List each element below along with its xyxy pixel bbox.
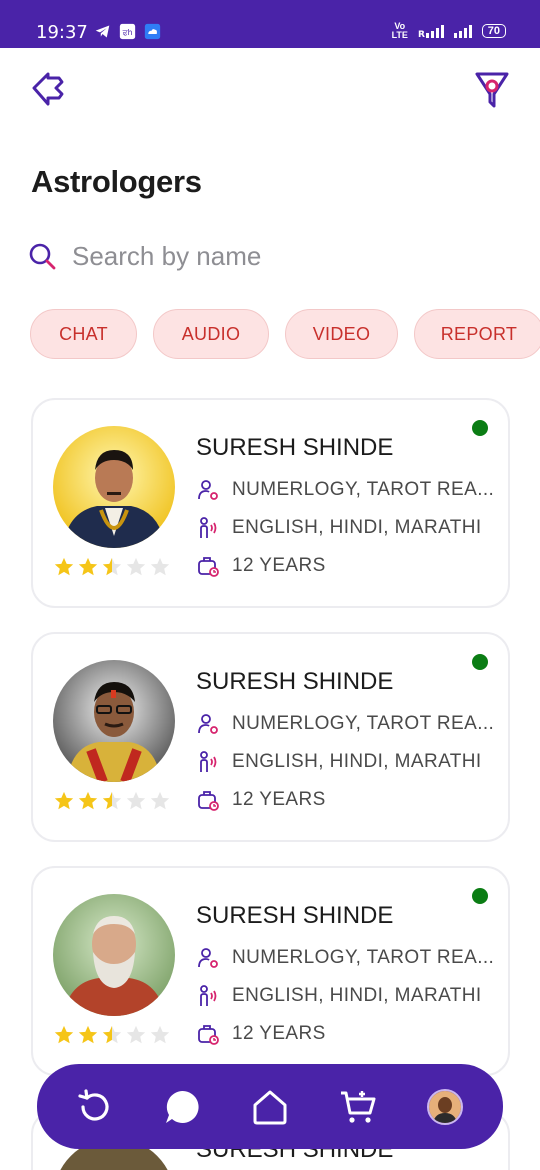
astrologer-card[interactable]: SURESH SHINDE NUMERLOGY, TAROT REA... EN… (31, 632, 510, 842)
back-button[interactable] (26, 68, 70, 112)
skills-text: NUMERLOGY, TAROT REA... (232, 479, 495, 500)
status-bar: 19:37 ਫh Vo LTE R 70 (0, 0, 540, 48)
experience-row: 12 YEARS (196, 788, 326, 812)
experience-text: 12 YEARS (232, 1023, 326, 1044)
chip-label: CHAT (59, 323, 108, 344)
search-input[interactable] (72, 236, 502, 276)
back-arrow-icon (32, 72, 64, 106)
chip-chat[interactable]: CHAT (30, 309, 137, 359)
skills-row: NUMERLOGY, TAROT REA... (196, 478, 494, 502)
astrologer-name: SURESH SHINDE (196, 902, 394, 929)
profile-avatar (427, 1088, 464, 1125)
star-full-icon (78, 791, 98, 810)
status-notification-icons: ਫh (94, 23, 161, 40)
astrologer-avatar (53, 894, 175, 1016)
status-time: 19:37 (36, 22, 88, 43)
history-icon (78, 1088, 109, 1120)
nav-history[interactable] (71, 1083, 119, 1131)
experience-row: 12 YEARS (196, 554, 326, 578)
chip-label: REPORT (440, 323, 518, 344)
bottom-navigation (37, 1064, 503, 1149)
network-label: Vo LTE (391, 21, 408, 40)
svg-text:R: R (418, 30, 425, 39)
cart-icon (340, 1090, 376, 1123)
skills-row: NUMERLOGY, TAROT REA... (196, 712, 494, 736)
chip-label: VIDEO (312, 323, 371, 344)
skills-user-gear-icon (198, 714, 218, 734)
astrologer-name: SURESH SHINDE (196, 668, 394, 695)
experience-text: 12 YEARS (232, 789, 326, 810)
star-half-icon (102, 557, 122, 576)
rating-stars (53, 556, 171, 578)
experience-row: 12 YEARS (196, 1022, 326, 1046)
skills-text: NUMERLOGY, TAROT REA... (232, 947, 495, 968)
star-empty-icon (126, 791, 146, 810)
nav-cart[interactable] (334, 1083, 382, 1131)
status-system-icons: Vo LTE R 70 (390, 22, 506, 40)
star-full-icon (78, 557, 98, 576)
filter-funnel-icon (475, 72, 509, 108)
languages-speaking-icon (200, 985, 217, 1006)
languages-text: ENGLISH, HINDI, MARATHI (232, 517, 482, 538)
filter-button[interactable] (472, 68, 512, 112)
star-empty-icon (126, 1025, 146, 1044)
battery-indicator: 70 (481, 24, 506, 38)
star-half-icon (102, 1025, 122, 1044)
experience-briefcase-icon (198, 1025, 219, 1045)
filter-chips: CHAT AUDIO VIDEO REPORT (30, 309, 540, 359)
signal-icon: R (418, 25, 444, 39)
star-full-icon (54, 791, 74, 810)
star-half-icon (102, 791, 122, 810)
languages-speaking-icon (200, 751, 217, 772)
skills-user-gear-icon (198, 480, 218, 500)
astrologer-name: SURESH SHINDE (196, 434, 394, 461)
star-full-icon (54, 557, 74, 576)
home-icon (253, 1090, 287, 1124)
skills-user-gear-icon (198, 948, 218, 968)
signal-icon-2 (453, 25, 472, 38)
astrologer-card[interactable]: SURESH SHINDE NUMERLOGY, TAROT REA... EN… (31, 866, 510, 1076)
rating-stars (53, 1024, 171, 1046)
online-status-dot (472, 888, 488, 904)
page-title: Astrologers (31, 164, 202, 199)
svg-text:ਫh: ਫh (122, 28, 133, 37)
nav-home[interactable] (246, 1083, 294, 1131)
star-full-icon (54, 1025, 74, 1044)
cloud-app-icon (144, 23, 161, 40)
star-empty-icon (150, 1025, 170, 1044)
languages-row: ENGLISH, HINDI, MARATHI (196, 984, 482, 1008)
chip-video[interactable]: VIDEO (285, 309, 398, 359)
star-empty-icon (150, 791, 170, 810)
astrologer-card[interactable]: SURESH SHINDE NUMERLOGY, TAROT REA... EN… (31, 398, 510, 608)
experience-text: 12 YEARS (232, 555, 326, 576)
chip-report[interactable]: REPORT (414, 309, 540, 359)
experience-briefcase-icon (198, 791, 219, 811)
online-status-dot (472, 654, 488, 670)
astrologer-avatar (53, 426, 175, 548)
nav-profile[interactable] (421, 1083, 469, 1131)
star-empty-icon (150, 557, 170, 576)
search-bar[interactable] (28, 234, 508, 278)
languages-text: ENGLISH, HINDI, MARATHI (232, 751, 482, 772)
skills-text: NUMERLOGY, TAROT REA... (232, 713, 495, 734)
nav-chat[interactable] (158, 1083, 206, 1131)
search-icon (29, 243, 56, 270)
app-notification-icon: ਫh (119, 23, 136, 40)
skills-row: NUMERLOGY, TAROT REA... (196, 946, 494, 970)
online-status-dot (472, 420, 488, 436)
languages-text: ENGLISH, HINDI, MARATHI (232, 985, 482, 1006)
chat-icon (166, 1090, 199, 1123)
languages-row: ENGLISH, HINDI, MARATHI (196, 516, 482, 540)
star-full-icon (78, 1025, 98, 1044)
experience-briefcase-icon (198, 557, 219, 577)
astrologer-avatar (53, 660, 175, 782)
languages-row: ENGLISH, HINDI, MARATHI (196, 750, 482, 774)
star-empty-icon (126, 557, 146, 576)
languages-speaking-icon (200, 517, 217, 538)
rating-stars (53, 790, 171, 812)
chip-label: AUDIO (181, 323, 241, 344)
chip-audio[interactable]: AUDIO (153, 309, 269, 359)
telegram-icon (95, 25, 110, 38)
